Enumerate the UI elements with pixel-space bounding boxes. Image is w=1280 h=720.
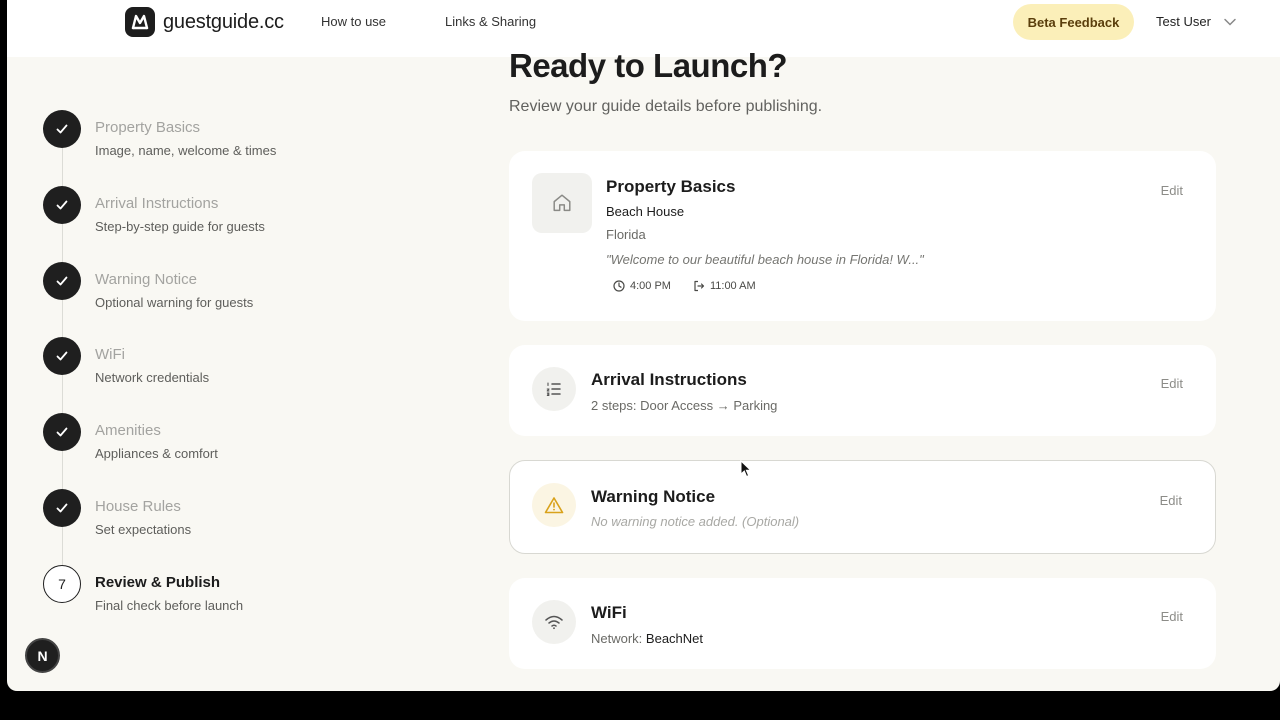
wifi-icon [532,600,576,644]
step-title: Property Basics [95,119,201,136]
nav-how-to-use[interactable]: How to use [321,14,386,29]
card-title: Warning Notice [591,487,716,506]
nav-links-sharing[interactable]: Links & Sharing [445,14,536,29]
check-icon [43,413,81,451]
step-subtitle: Step-by-step guide for guests [95,219,265,234]
app-frame: guestguide.cc How to use Links & Sharing… [7,0,1280,691]
review-card-arrival-instructions: Arrival Instructions 2 steps: Door Acces… [509,345,1216,436]
check-icon [43,110,81,148]
card-title: Arrival Instructions [591,370,747,389]
arrival-summary: 2 steps: Door Access → Parking [591,398,778,413]
page-title: Ready to Launch? [509,47,788,84]
step-title: Arrival Instructions [95,195,219,212]
logo-text: guestguide.cc [163,10,284,33]
step-amenities[interactable]: Amenities Appliances & comfort [43,413,343,473]
step-title: Warning Notice [95,271,197,288]
check-icon [43,489,81,527]
wifi-network: Network: BeachNet [591,631,703,646]
home-icon [532,173,592,233]
step-warning-notice[interactable]: Warning Notice Optional warning for gues… [43,262,343,322]
list-ordered-icon [532,367,576,411]
network-label: Network: [591,631,643,646]
step-title: House Rules [95,498,181,515]
step-subtitle: Set expectations [95,522,192,537]
user-menu[interactable]: Test User [1156,14,1237,29]
step-subtitle: Optional warning for guests [95,295,254,310]
beta-feedback-button[interactable]: Beta Feedback [1013,4,1134,40]
review-card-property-basics: Property Basics Beach House Florida "Wel… [509,151,1216,321]
step-number: 7 [43,565,81,603]
clock-icon [613,280,625,292]
edit-warning-notice-link[interactable]: Edit [1160,493,1182,508]
step-house-rules[interactable]: House Rules Set expectations [43,489,343,549]
chevron-down-icon [1224,18,1236,26]
edit-wifi-link[interactable]: Edit [1161,609,1183,624]
step-subtitle: Final check before launch [95,598,244,613]
check-icon [43,262,81,300]
step-subtitle: Network credentials [95,370,210,385]
review-card-warning-notice: Warning Notice No warning notice added. … [509,460,1216,554]
edit-property-basics-link[interactable]: Edit [1161,183,1183,198]
checkout-time: 11:00 AM [693,280,756,292]
user-name: Test User [1156,14,1211,29]
review-card-wifi: WiFi Network: BeachNet Edit [509,578,1216,669]
welcome-excerpt: "Welcome to our beautiful beach house in… [606,252,924,267]
check-icon [43,186,81,224]
step-title: Amenities [95,422,161,439]
page-subtitle: Review your guide details before publish… [509,98,823,115]
step-subtitle: Appliances & comfort [95,446,218,461]
card-title: WiFi [591,603,627,622]
edit-arrival-instructions-link[interactable]: Edit [1161,376,1183,391]
step-review-publish[interactable]: 7 Review & Publish Final check before la… [43,565,343,625]
property-name: Beach House [606,204,685,219]
log-out-icon [694,280,705,292]
property-location: Florida [606,227,646,242]
network-name: BeachNet [645,631,704,646]
logo-icon [125,7,155,37]
step-property-basics[interactable]: Property Basics Image, name, welcome & t… [43,110,343,170]
step-title: WiFi [95,346,125,363]
step-title: Review & Publish [95,574,221,591]
warning-triangle-icon [532,483,576,527]
checkin-time: 4:00 PM [613,280,671,292]
step-subtitle: Image, name, welcome & times [95,143,277,158]
warning-summary: No warning notice added. (Optional) [591,514,800,529]
check-icon [43,337,81,375]
times-row: 4:00 PM 11:00 AM [613,280,756,292]
card-title: Property Basics [606,177,736,196]
dev-tools-badge[interactable]: N [25,638,60,673]
mouse-cursor-icon [740,460,752,478]
logo[interactable]: guestguide.cc [125,7,284,37]
step-arrival-instructions[interactable]: Arrival Instructions Step-by-step guide … [43,186,343,246]
step-wifi[interactable]: WiFi Network credentials [43,337,343,397]
